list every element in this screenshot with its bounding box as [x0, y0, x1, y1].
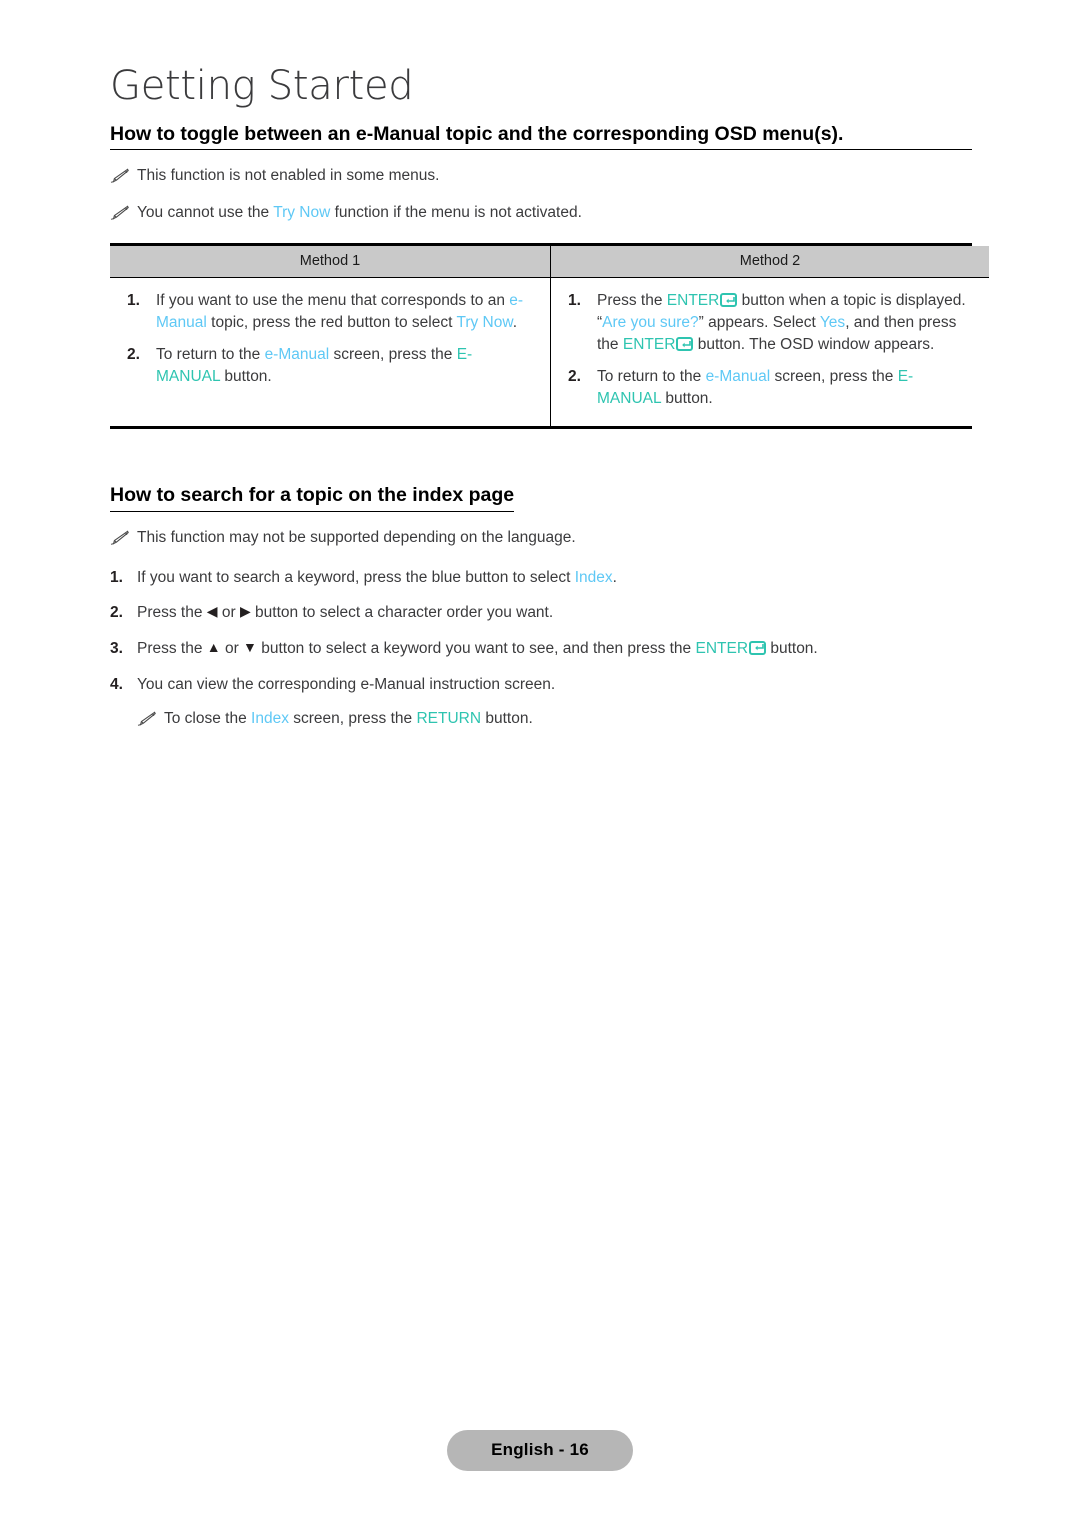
text-run: If you want to use the menu that corresp…	[156, 292, 510, 310]
note-text: This function may not be supported depen…	[137, 528, 576, 546]
text-run: screen, press the	[770, 368, 898, 386]
step-text: Press the ▲ or ▼ button to select a keyw…	[137, 638, 818, 657]
text-run: .	[512, 314, 518, 332]
list-item: 1. If you want to search a keyword, pres…	[110, 567, 972, 589]
text-run: Press the	[137, 639, 207, 657]
table-step: 1. If you want to use the menu that corr…	[124, 290, 536, 334]
section-2-heading: How to search for a topic on the index p…	[110, 483, 515, 512]
list-item: 4. You can view the corresponding e-Manu…	[110, 674, 972, 731]
text-run: You can view the corresponding e-Manual …	[137, 675, 556, 693]
step-number: 1.	[568, 292, 581, 310]
direction-arrow-icon: ▲	[206, 638, 221, 655]
cell-method-1: 1. If you want to use the menu that corr…	[110, 277, 551, 427]
text-run: button.	[220, 368, 272, 386]
accent-term[interactable]: e-Manual	[265, 346, 330, 363]
step-number: 1.	[127, 292, 140, 310]
text-run: screen, press the	[329, 346, 457, 364]
note-line: This function may not be supported depen…	[110, 528, 972, 549]
step-text: Press the ◀ or ▶ button to select a char…	[137, 603, 554, 622]
index-steps-list: 1. If you want to search a keyword, pres…	[110, 567, 972, 731]
page-content: Getting Started How to toggle between an…	[110, 0, 989, 731]
list-item: 3. Press the ▲ or ▼ button to select a k…	[110, 638, 972, 660]
text-run: button to select a character order you w…	[250, 604, 554, 622]
accent-term[interactable]: Index	[251, 710, 289, 727]
step-text: You can view the corresponding e-Manual …	[137, 676, 555, 693]
accent-term[interactable]: Index	[575, 569, 613, 586]
step-number: 3.	[110, 639, 123, 657]
text-run: button. The OSD window appears.	[693, 336, 935, 354]
text-run: button.	[766, 639, 818, 657]
try-now-link[interactable]: Try Now	[273, 204, 330, 221]
column-header-method-2: Method 2	[550, 246, 989, 279]
text-run: or	[220, 639, 244, 657]
text-run: .	[612, 568, 617, 586]
table-row: 1. If you want to use the menu that corr…	[110, 277, 990, 427]
step-text: To return to the e-Manual screen, press …	[597, 368, 913, 407]
button-name: ENTER	[666, 292, 720, 310]
pencil-note-icon	[110, 168, 129, 184]
enter-key-icon	[720, 293, 738, 308]
page-number-badge: English - 16	[447, 1430, 633, 1471]
step-text: If you want to use the menu that corresp…	[156, 292, 523, 331]
text-run: If you want to search a keyword, press t…	[137, 568, 575, 586]
accent-term[interactable]: Try Now	[456, 314, 512, 331]
direction-arrow-icon: ◀	[206, 603, 218, 620]
chapter-title: Getting Started	[110, 63, 414, 109]
direction-arrow-icon: ▶	[239, 603, 251, 620]
step-number: 2.	[568, 368, 581, 386]
table-step: 1. Press the ENTER button when a topic i…	[565, 290, 975, 356]
text-run: topic, press the red button to select	[206, 314, 457, 332]
pencil-note-icon	[137, 711, 156, 727]
step-number: 2.	[127, 346, 140, 364]
enter-key-icon	[676, 337, 694, 352]
page-footer: English - 16	[0, 1430, 1080, 1471]
document-page: Getting Started How to toggle between an…	[0, 0, 1080, 1519]
table-step: 2. To return to the e-Manual screen, pre…	[565, 366, 975, 410]
note-text: You cannot use the Try Now function if t…	[137, 204, 582, 222]
text-run: button.	[661, 390, 713, 408]
accent-term[interactable]: Are you sure?	[602, 314, 699, 331]
button-name: ENTER	[622, 336, 676, 354]
text-run: or	[217, 604, 240, 622]
sub-note-line: To close the Index screen, press the RET…	[137, 709, 972, 730]
direction-arrow-icon: ▼	[243, 638, 257, 655]
section-2: How to search for a topic on the index p…	[110, 429, 972, 512]
column-header-method-1: Method 1	[110, 246, 551, 279]
step-text: To return to the e-Manual screen, press …	[156, 346, 472, 385]
section-1-heading: How to toggle between an e-Manual topic …	[110, 122, 972, 151]
table-step: 2. To return to the e-Manual screen, pre…	[124, 344, 536, 388]
text-run: button when a topic is displayed.	[737, 292, 966, 310]
text-run: Press the	[137, 604, 207, 622]
text-run: To return to the	[156, 346, 265, 364]
accent-term[interactable]: e-Manual	[706, 368, 771, 385]
note-line: You cannot use the Try Now function if t…	[110, 203, 972, 224]
button-name: ENTER	[695, 639, 749, 657]
enter-key-icon	[749, 640, 767, 655]
methods-table: Method 1 Method 2 1. If you want to use …	[110, 243, 989, 430]
sub-note-text: To close the Index screen, press the RET…	[164, 710, 533, 727]
step-number: 1.	[110, 568, 123, 586]
pencil-note-icon	[110, 205, 129, 221]
table-header-row: Method 1 Method 2	[110, 246, 989, 279]
pencil-note-icon	[110, 530, 129, 545]
step-text: If you want to search a keyword, press t…	[137, 569, 617, 586]
text-run: button.	[481, 710, 533, 728]
list-item: 2. Press the ◀ or ▶ button to select a c…	[110, 602, 972, 624]
step-number: 4.	[110, 675, 123, 693]
cell-method-2: 1. Press the ENTER button when a topic i…	[551, 278, 990, 427]
note-text: This function is not enabled in some men…	[137, 167, 440, 185]
text-run: screen, press the	[288, 710, 417, 728]
note-line: This function is not enabled in some men…	[110, 166, 972, 187]
text-run: button to select a keyword you want to s…	[256, 639, 696, 657]
text-run: To return to the	[597, 368, 706, 386]
text-run: To close the	[164, 710, 252, 728]
button-name: RETURN	[416, 710, 482, 728]
step-number: 2.	[110, 604, 123, 622]
section-1: How to toggle between an e-Manual topic …	[110, 122, 972, 151]
text-run: appears. Select	[703, 314, 820, 332]
accent-term[interactable]: Yes	[820, 314, 845, 331]
step-text: Press the ENTER button when a topic is d…	[597, 292, 966, 353]
text-run: Press the	[597, 292, 667, 310]
